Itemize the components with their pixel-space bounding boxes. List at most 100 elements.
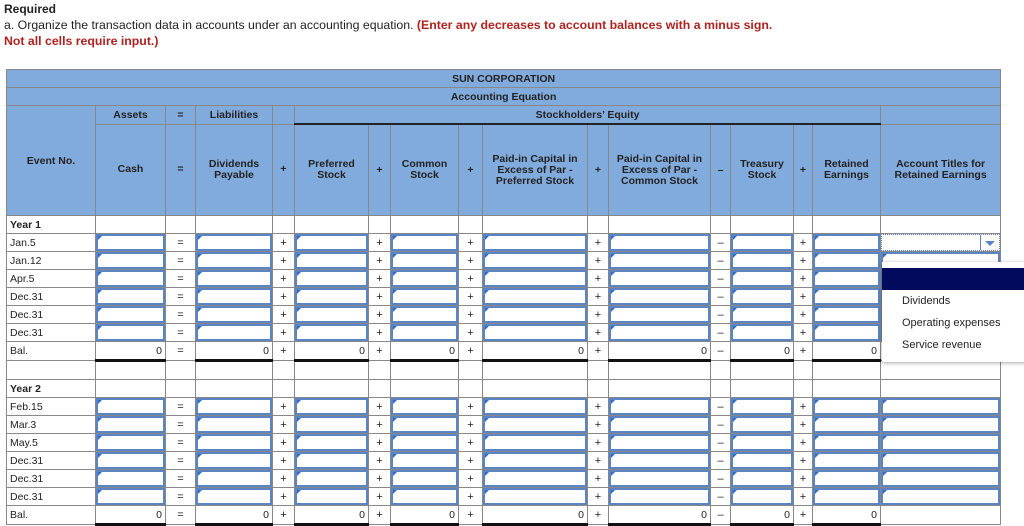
- amount-input[interactable]: [196, 234, 272, 251]
- amount-input[interactable]: [96, 488, 165, 505]
- account-title-input[interactable]: [881, 434, 1000, 451]
- amount-input[interactable]: [96, 470, 165, 487]
- dropdown-option-dividends[interactable]: Dividends: [882, 290, 1024, 312]
- amount-input[interactable]: [813, 270, 880, 287]
- amount-input[interactable]: [295, 398, 368, 415]
- amount-input[interactable]: [295, 416, 368, 433]
- amount-input[interactable]: [391, 452, 458, 469]
- amount-input[interactable]: [295, 434, 368, 451]
- amount-input[interactable]: [391, 234, 458, 251]
- dropdown-option-blank[interactable]: [882, 268, 1024, 290]
- amount-input[interactable]: [731, 416, 793, 433]
- dropdown-option-service-revenue[interactable]: Service revenue: [882, 334, 1024, 356]
- amount-input[interactable]: [731, 398, 793, 415]
- amount-input[interactable]: [295, 470, 368, 487]
- amount-input[interactable]: [391, 416, 458, 433]
- amount-input[interactable]: [96, 234, 165, 251]
- amount-input[interactable]: [813, 306, 880, 323]
- amount-input[interactable]: [196, 270, 272, 287]
- amount-input[interactable]: [483, 270, 587, 287]
- amount-input[interactable]: [96, 270, 165, 287]
- amount-input[interactable]: [609, 434, 710, 451]
- amount-input[interactable]: [391, 306, 458, 323]
- amount-input[interactable]: [96, 434, 165, 451]
- amount-input[interactable]: [813, 434, 880, 451]
- amount-input[interactable]: [483, 470, 587, 487]
- amount-input[interactable]: [295, 324, 368, 341]
- amount-input[interactable]: [483, 434, 587, 451]
- amount-input[interactable]: [391, 288, 458, 305]
- amount-input[interactable]: [609, 398, 710, 415]
- amount-input[interactable]: [813, 488, 880, 505]
- amount-input[interactable]: [96, 288, 165, 305]
- amount-input[interactable]: [196, 416, 272, 433]
- amount-input[interactable]: [609, 288, 710, 305]
- amount-input[interactable]: [731, 488, 793, 505]
- amount-input[interactable]: [609, 324, 710, 341]
- amount-input[interactable]: [731, 288, 793, 305]
- amount-input[interactable]: [813, 234, 880, 251]
- amount-input[interactable]: [391, 270, 458, 287]
- amount-input[interactable]: [295, 234, 368, 251]
- amount-input[interactable]: [196, 306, 272, 323]
- amount-input[interactable]: [731, 434, 793, 451]
- amount-input[interactable]: [295, 306, 368, 323]
- amount-input[interactable]: [196, 288, 272, 305]
- account-title-input[interactable]: [881, 470, 1000, 487]
- dropdown-option-operating-expenses[interactable]: Operating expenses: [882, 312, 1024, 334]
- amount-input[interactable]: [295, 488, 368, 505]
- amount-input[interactable]: [609, 306, 710, 323]
- amount-input[interactable]: [731, 306, 793, 323]
- amount-input[interactable]: [196, 452, 272, 469]
- amount-input[interactable]: [813, 288, 880, 305]
- amount-input[interactable]: [483, 306, 587, 323]
- account-title-input[interactable]: [881, 452, 1000, 469]
- amount-input[interactable]: [609, 470, 710, 487]
- amount-input[interactable]: [483, 488, 587, 505]
- amount-input[interactable]: [196, 488, 272, 505]
- amount-input[interactable]: [813, 452, 880, 469]
- amount-input[interactable]: [813, 416, 880, 433]
- amount-input[interactable]: [295, 270, 368, 287]
- amount-input[interactable]: [483, 288, 587, 305]
- amount-input[interactable]: [609, 488, 710, 505]
- amount-input[interactable]: [813, 324, 880, 341]
- amount-input[interactable]: [483, 452, 587, 469]
- amount-input[interactable]: [483, 234, 587, 251]
- amount-input[interactable]: [96, 324, 165, 341]
- amount-input[interactable]: [813, 470, 880, 487]
- account-title-input[interactable]: [881, 488, 1000, 505]
- amount-input[interactable]: [731, 270, 793, 287]
- amount-input[interactable]: [391, 434, 458, 451]
- amount-input[interactable]: [483, 416, 587, 433]
- amount-input[interactable]: [196, 470, 272, 487]
- amount-input[interactable]: [813, 252, 880, 269]
- amount-input[interactable]: [813, 398, 880, 415]
- amount-input[interactable]: [609, 252, 710, 269]
- amount-input[interactable]: [96, 252, 165, 269]
- amount-input[interactable]: [391, 470, 458, 487]
- amount-input[interactable]: [483, 398, 587, 415]
- amount-input[interactable]: [609, 270, 710, 287]
- amount-input[interactable]: [731, 252, 793, 269]
- chevron-down-icon[interactable]: [980, 235, 999, 250]
- amount-input[interactable]: [609, 452, 710, 469]
- amount-input[interactable]: [196, 398, 272, 415]
- amount-input[interactable]: [391, 324, 458, 341]
- account-title-input[interactable]: [881, 416, 1000, 433]
- amount-input[interactable]: [391, 398, 458, 415]
- amount-input[interactable]: [295, 252, 368, 269]
- amount-input[interactable]: [96, 398, 165, 415]
- amount-input[interactable]: [609, 416, 710, 433]
- amount-input[interactable]: [196, 324, 272, 341]
- amount-input[interactable]: [391, 252, 458, 269]
- amount-input[interactable]: [96, 306, 165, 323]
- amount-input[interactable]: [196, 252, 272, 269]
- amount-input[interactable]: [196, 434, 272, 451]
- amount-input[interactable]: [731, 234, 793, 251]
- amount-input[interactable]: [96, 452, 165, 469]
- amount-input[interactable]: [295, 452, 368, 469]
- amount-input[interactable]: [96, 416, 165, 433]
- amount-input[interactable]: [483, 252, 587, 269]
- amount-input[interactable]: [609, 234, 710, 251]
